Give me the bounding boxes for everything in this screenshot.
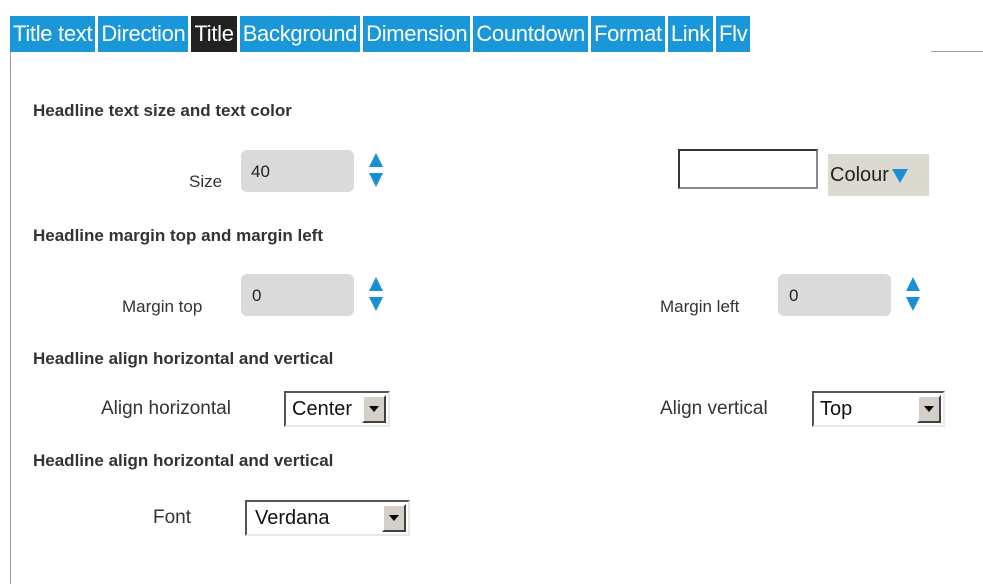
align-vertical-select[interactable]: Top	[812, 391, 945, 427]
tab-bar: Title text Direction Title Background Di…	[10, 16, 753, 52]
size-label: Size	[189, 172, 223, 191]
dropdown-button[interactable]	[382, 504, 406, 532]
align-vertical-value: Top	[820, 398, 853, 420]
font-heading: Headline align horizontal and vertical	[33, 451, 334, 470]
arrow-down-icon[interactable]	[906, 297, 920, 311]
panel-border-left	[10, 52, 11, 584]
margin-top-label: Margin top	[122, 297, 203, 316]
arrow-down-icon[interactable]	[369, 173, 383, 187]
tab-background[interactable]: Background	[239, 16, 361, 52]
arrow-up-icon[interactable]	[369, 277, 383, 291]
tab-countdown[interactable]: Countdown	[473, 16, 588, 52]
margin-top-spinner[interactable]	[369, 277, 383, 313]
arrow-up-icon[interactable]	[369, 153, 383, 167]
arrow-up-icon[interactable]	[906, 277, 920, 291]
dropdown-triangle-icon	[891, 168, 908, 183]
align-heading: Headline align horizontal and vertical	[33, 349, 334, 368]
dropdown-button[interactable]	[917, 395, 941, 423]
chevron-down-icon	[369, 406, 379, 412]
margin-heading: Headline margin top and margin left	[33, 226, 323, 245]
align-horizontal-select[interactable]: Center	[284, 391, 390, 427]
chevron-down-icon	[924, 406, 934, 412]
margin-left-value: 0	[789, 286, 799, 305]
tab-title[interactable]: Title	[191, 16, 237, 52]
dropdown-button[interactable]	[362, 395, 386, 423]
tab-flv[interactable]: Flv	[716, 16, 751, 52]
panel-border-top	[931, 51, 983, 52]
size-value: 40	[251, 162, 270, 181]
arrow-down-icon[interactable]	[369, 297, 383, 311]
colour-field[interactable]	[678, 149, 818, 189]
size-color-heading: Headline text size and text color	[33, 101, 292, 120]
margin-left-label: Margin left	[660, 297, 740, 316]
colour-button-label: Colour	[830, 164, 889, 186]
margin-top-value: 0	[252, 286, 262, 305]
align-horizontal-value: Center	[292, 398, 353, 420]
tab-link[interactable]: Link	[667, 16, 713, 52]
font-select[interactable]: Verdana	[245, 500, 410, 536]
font-value: Verdana	[255, 507, 330, 529]
tab-format[interactable]: Format	[590, 16, 665, 52]
tab-direction[interactable]: Direction	[98, 16, 189, 52]
align-vertical-label: Align vertical	[660, 398, 768, 419]
margin-left-spinner[interactable]	[906, 277, 920, 313]
tab-dimension[interactable]: Dimension	[363, 16, 471, 52]
font-label: Font	[153, 507, 192, 528]
colour-button[interactable]: Colour	[828, 154, 929, 196]
chevron-down-icon	[389, 515, 399, 521]
size-spinner[interactable]	[369, 153, 383, 189]
align-horizontal-label: Align horizontal	[101, 398, 231, 419]
tab-title-text[interactable]: Title text	[10, 16, 96, 52]
